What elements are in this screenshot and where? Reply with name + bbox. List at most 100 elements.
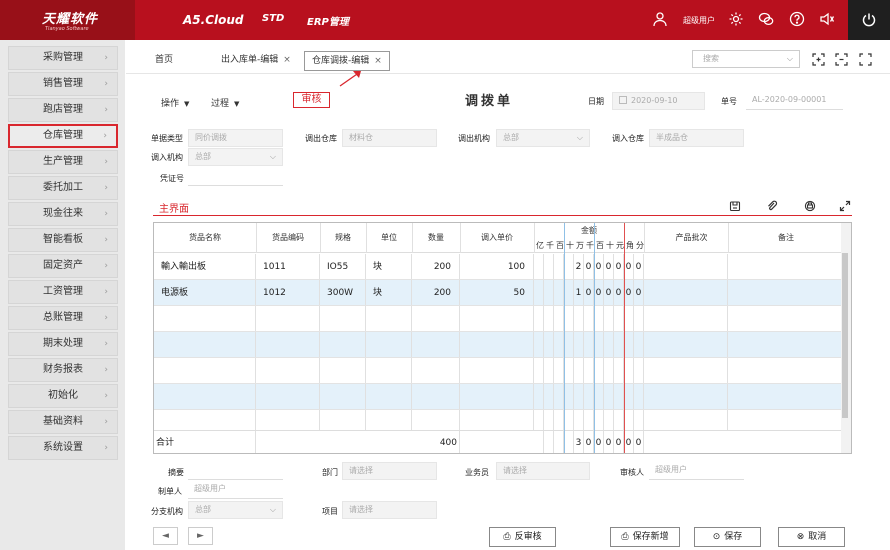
power-button[interactable] — [848, 0, 890, 40]
in-warehouse-field[interactable]: 半成品仓 — [649, 129, 744, 147]
cell-batch[interactable] — [644, 280, 728, 305]
sidebar-item[interactable]: 财务报表 › — [8, 358, 118, 382]
cell-spec[interactable] — [320, 358, 366, 383]
cell-qty[interactable] — [412, 306, 460, 331]
cell-spec[interactable]: 300W — [320, 280, 366, 305]
cell-unit[interactable] — [366, 306, 412, 331]
cell-batch[interactable] — [644, 384, 728, 409]
cell-name[interactable]: 电源板 — [154, 280, 256, 305]
paperclip-icon[interactable] — [766, 200, 778, 212]
table-row[interactable]: 电源板 1012 300W 块 200 50 1 0 0 0 0 0 0 — [154, 280, 844, 306]
search-input[interactable]: 搜索 ⌵ — [692, 50, 800, 68]
reviewer-field[interactable]: 超级用户 — [649, 462, 744, 480]
cell-batch[interactable] — [644, 358, 728, 383]
date-field[interactable]: 2020-09-10 — [612, 92, 705, 110]
module-label[interactable]: ERP管理 — [307, 13, 349, 28]
cell-code[interactable] — [256, 306, 320, 331]
cell-code[interactable]: 1012 — [256, 280, 320, 305]
table-row[interactable]: 輸入輸出板 1011 IO55 块 200 100 2 0 0 0 0 0 0 — [154, 254, 844, 280]
user-icon[interactable] — [652, 11, 668, 27]
out-org-select[interactable]: 总部 ⌵ — [496, 129, 590, 147]
cell-name[interactable] — [154, 384, 256, 409]
out-warehouse-field[interactable]: 材料仓 — [342, 129, 437, 147]
gear-icon[interactable] — [728, 11, 744, 27]
maker-field[interactable]: 超级用户 — [188, 481, 283, 499]
cancel-button[interactable]: ⊗ 取消 — [778, 527, 845, 547]
sidebar-item[interactable]: 销售管理 › — [8, 72, 118, 96]
tab-home[interactable]: 首页 — [155, 51, 173, 71]
process-menu[interactable]: 过程 ▼ — [211, 96, 239, 109]
grid-scrollbar[interactable] — [841, 223, 851, 453]
sidebar-item[interactable]: 仓库管理 › — [8, 124, 118, 148]
cell-note[interactable] — [728, 280, 844, 305]
cell-qty[interactable]: 200 — [412, 280, 460, 305]
close-icon[interactable]: × — [374, 56, 382, 66]
cell-batch[interactable] — [644, 332, 728, 357]
sidebar-item[interactable]: 生产管理 › — [8, 150, 118, 174]
speaker-icon[interactable] — [819, 11, 835, 27]
print-icon[interactable] — [804, 200, 816, 212]
in-org-select[interactable]: 总部 ⌵ — [188, 148, 283, 166]
cell-code[interactable]: 1011 — [256, 254, 320, 279]
chat-icon[interactable] — [758, 11, 774, 27]
summary-field[interactable] — [188, 462, 283, 480]
department-select[interactable]: 请选择 — [342, 462, 437, 480]
cell-name[interactable] — [154, 306, 256, 331]
cell-code[interactable] — [256, 332, 320, 357]
fullscreen-icon[interactable] — [859, 53, 872, 66]
doc-no-field[interactable]: AL-2020-09-00001 — [746, 92, 843, 110]
table-row[interactable] — [154, 358, 844, 384]
scroll-thumb[interactable] — [842, 253, 848, 418]
cell-spec[interactable]: IO55 — [320, 254, 366, 279]
username[interactable]: 超级用户 — [683, 15, 715, 26]
tab-inout-edit[interactable]: 出入库单-编辑 × — [221, 51, 291, 71]
cell-note[interactable] — [728, 254, 844, 279]
cell-note[interactable] — [728, 332, 844, 357]
cell-price[interactable]: 50 — [460, 280, 534, 305]
cell-name[interactable] — [154, 332, 256, 357]
table-row[interactable] — [154, 306, 844, 332]
cell-unit[interactable] — [366, 332, 412, 357]
project-select[interactable]: 请选择 — [342, 501, 437, 519]
cell-spec[interactable] — [320, 306, 366, 331]
cell-unit[interactable] — [366, 358, 412, 383]
cell-qty[interactable]: 200 — [412, 254, 460, 279]
cell-batch[interactable] — [644, 254, 728, 279]
expand-icon[interactable] — [839, 200, 851, 212]
cell-price[interactable] — [460, 332, 534, 357]
next-page-button[interactable]: ► — [188, 527, 213, 545]
cell-unit[interactable]: 块 — [366, 254, 412, 279]
save-new-button[interactable]: ⎙ 保存新增 — [610, 527, 680, 547]
sidebar-item[interactable]: 基础资料 › — [8, 410, 118, 434]
doc-type-field[interactable]: 同价调拨 — [188, 129, 283, 147]
table-row[interactable] — [154, 384, 844, 410]
sidebar-item[interactable]: 智能看板 › — [8, 228, 118, 252]
sidebar-item[interactable]: 系统设置 › — [8, 436, 118, 460]
close-icon[interactable]: × — [283, 55, 291, 65]
cell-unit[interactable] — [366, 384, 412, 409]
cell-spec[interactable] — [320, 384, 366, 409]
cell-spec[interactable] — [320, 332, 366, 357]
sidebar-item[interactable]: 固定资产 › — [8, 254, 118, 278]
cell-code[interactable] — [256, 358, 320, 383]
save-disk-icon[interactable] — [729, 200, 741, 212]
cell-qty[interactable] — [412, 332, 460, 357]
sidebar-item[interactable]: 委托加工 › — [8, 176, 118, 200]
cell-unit[interactable]: 块 — [366, 280, 412, 305]
cell-price[interactable] — [460, 358, 534, 383]
add-window-icon[interactable] — [812, 53, 825, 66]
help-icon[interactable] — [789, 11, 805, 27]
cell-price[interactable] — [460, 306, 534, 331]
cell-note[interactable] — [728, 358, 844, 383]
sidebar-item[interactable]: 现金往来 › — [8, 202, 118, 226]
cell-name[interactable] — [154, 358, 256, 383]
unaudit-button[interactable]: ⎙ 反审核 — [489, 527, 556, 547]
sidebar-item[interactable]: 工资管理 › — [8, 280, 118, 304]
sidebar-item[interactable]: 跑店管理 › — [8, 98, 118, 122]
audit-stamp[interactable]: 审核 — [293, 92, 330, 108]
sidebar-item[interactable]: 采购管理 › — [8, 46, 118, 70]
cell-code[interactable] — [256, 384, 320, 409]
sidebar-item[interactable]: 总账管理 › — [8, 306, 118, 330]
prev-page-button[interactable]: ◄ — [153, 527, 178, 545]
save-button[interactable]: ⊙ 保存 — [694, 527, 761, 547]
